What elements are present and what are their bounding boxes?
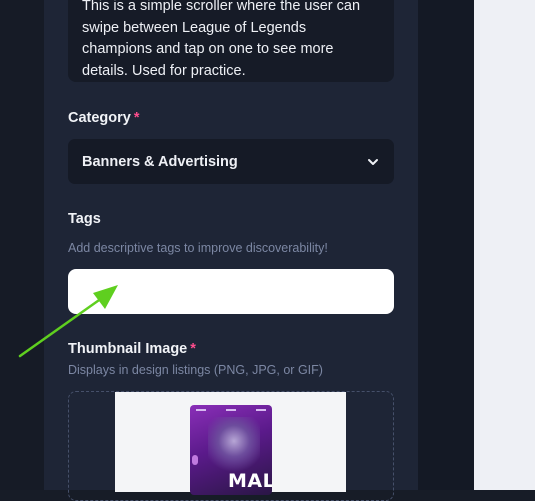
chevron-down-icon [368,158,378,165]
required-asterisk: * [190,341,196,357]
description-line: This is a simple scroller where the user… [82,0,361,14]
left-gutter [0,0,44,490]
category-selected-value: Banners & Advertising [82,153,238,170]
tags-label: Tags [68,211,101,227]
description-line: details. Used for practice. [82,62,246,79]
category-label-text: Category [68,110,131,126]
thumbnail-label: Thumbnail Image * [68,341,196,357]
champion-art [208,417,260,477]
thumbnail-hint: Displays in design listings (PNG, JPG, o… [68,363,323,377]
description-textarea[interactable]: This is a simple scroller where the user… [68,0,394,82]
tags-input[interactable] [68,269,394,314]
description-line: swipe between League of Legends [82,19,307,36]
preview-title: MAL [228,470,272,492]
carousel-indicator [192,455,198,465]
tags-label-text: Tags [68,211,101,227]
category-label: Category * [68,110,140,126]
page-background-right [474,0,535,490]
description-line: champions and tap on one to see more [82,41,334,57]
thumbnail-image: MAL [190,405,272,495]
phone-status-bar [196,409,266,413]
panel-edge [418,0,474,490]
category-select[interactable]: Banners & Advertising [68,139,394,184]
required-asterisk: * [133,110,140,126]
thumbnail-label-text: Thumbnail Image [68,341,188,357]
tags-hint: Add descriptive tags to improve discover… [68,241,328,255]
